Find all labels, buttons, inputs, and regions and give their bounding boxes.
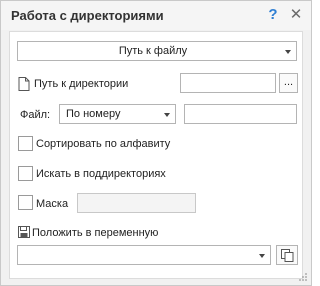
dialog-window: Работа с директориями ? ✕ Путь к файлу П… bbox=[0, 0, 312, 286]
mask-checkbox[interactable] bbox=[18, 195, 33, 210]
action-select[interactable]: Путь к файлу bbox=[17, 41, 297, 61]
chevron-down-icon bbox=[259, 254, 265, 258]
mask-label: Маска bbox=[36, 198, 69, 210]
file-mode-value: По номеру bbox=[66, 108, 121, 120]
floppy-icon bbox=[18, 226, 30, 238]
window-title: Работа с директориями bbox=[11, 8, 164, 23]
directory-input[interactable] bbox=[180, 73, 276, 93]
close-icon[interactable]: ✕ bbox=[289, 6, 303, 24]
browse-button-label: ... bbox=[283, 76, 294, 88]
file-mode-select[interactable]: По номеру bbox=[59, 104, 176, 124]
chevron-down-icon bbox=[285, 50, 291, 54]
help-icon[interactable]: ? bbox=[266, 6, 280, 24]
sort-alpha-checkbox[interactable] bbox=[18, 136, 33, 151]
action-select-value: Путь к файлу bbox=[118, 45, 188, 57]
file-value-input[interactable] bbox=[184, 104, 297, 124]
file-icon bbox=[18, 77, 30, 91]
copy-icon bbox=[281, 249, 294, 262]
sort-alpha-label: Сортировать по алфавиту bbox=[36, 138, 171, 150]
mask-input[interactable] bbox=[77, 193, 196, 213]
variable-select[interactable] bbox=[17, 245, 271, 265]
output-label: Положить в переменную bbox=[32, 227, 159, 239]
file-label: Файл: bbox=[20, 109, 51, 121]
resize-grip-icon[interactable] bbox=[298, 272, 308, 282]
directory-label: Путь к директории bbox=[34, 78, 129, 90]
chevron-down-icon bbox=[164, 113, 170, 117]
title-bar[interactable]: Работа с директориями ? ✕ bbox=[1, 1, 311, 30]
copy-variable-button[interactable] bbox=[276, 245, 298, 265]
search-subdirs-label: Искать в поддиректориях bbox=[36, 168, 166, 180]
browse-button[interactable]: ... bbox=[279, 73, 298, 93]
settings-panel: Путь к файлу Путь к директории ... Файл:… bbox=[9, 31, 303, 279]
search-subdirs-checkbox[interactable] bbox=[18, 166, 33, 181]
